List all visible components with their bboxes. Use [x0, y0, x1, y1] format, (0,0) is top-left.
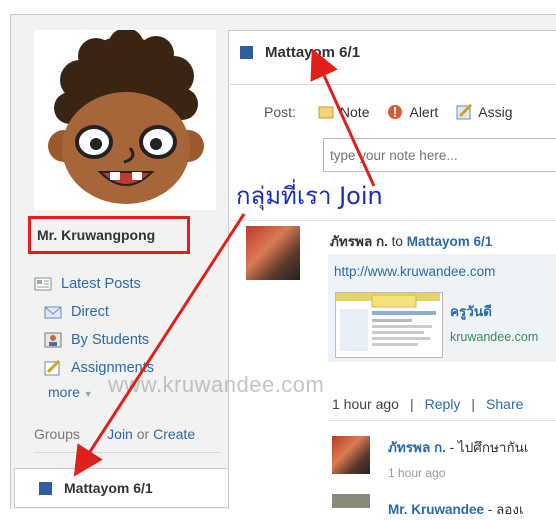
link-title[interactable]: ครูวันดี: [450, 300, 492, 322]
link-thumbnail[interactable]: [335, 292, 443, 358]
comment-author-avatar[interactable]: [332, 494, 370, 508]
create-link[interactable]: Create: [153, 426, 195, 442]
assignment-icon: [456, 103, 473, 120]
comment-text: - ลองเ: [484, 502, 524, 517]
sidebar-item-label: By Students: [71, 332, 150, 348]
or-text: or: [136, 426, 150, 442]
sidebar-item-latest-posts[interactable]: Latest Posts: [34, 270, 154, 298]
newspaper-icon: [34, 276, 52, 292]
divider: [228, 84, 556, 85]
caret-down-icon: ▼: [83, 389, 93, 399]
assignment-label: Assig: [478, 104, 513, 120]
groups-header: Groups Join or Create: [34, 426, 220, 442]
sidebar-item-label: Latest Posts: [61, 276, 141, 292]
group-name: Mattayom 6/1: [64, 480, 153, 496]
groups-divider: [34, 452, 220, 453]
watermark-text: www.kruwandee.com: [108, 372, 325, 397]
link-domain: kruwandee.com: [450, 330, 539, 344]
cartoon-boy-avatar: [48, 28, 204, 204]
group-square-icon: [39, 481, 52, 495]
groups-label: Groups: [34, 426, 80, 442]
annotation-text: กลุ่มที่เรา Join: [236, 182, 383, 210]
share-link[interactable]: Share: [486, 396, 523, 412]
reply-link[interactable]: Reply: [425, 396, 461, 412]
more-label: more: [48, 384, 80, 400]
avatar[interactable]: [34, 28, 216, 210]
assignment-button[interactable]: Assig: [456, 103, 513, 120]
divider: [228, 220, 556, 221]
website-thumbnail-image: [336, 293, 440, 351]
post-toolbar: Post: Note Alert Assig: [264, 103, 531, 120]
note-icon: [318, 104, 334, 120]
to-text: to: [391, 234, 403, 249]
post-label: Post:: [264, 104, 296, 120]
page-title: Mattayom 6/1: [240, 44, 360, 61]
note-input[interactable]: [323, 138, 556, 172]
note-button[interactable]: Note: [318, 104, 370, 120]
comment-author[interactable]: ภัทรพล ก.: [388, 440, 446, 455]
alert-button[interactable]: Alert: [387, 104, 438, 120]
post-author-avatar[interactable]: [246, 226, 300, 280]
post-meta: ภัทรพล ก. to Mattayom 6/1: [330, 230, 492, 252]
user-name[interactable]: Mr. Kruwangpong: [28, 216, 190, 254]
post-actions: 1 hour ago | Reply | Share: [332, 396, 523, 412]
group-item-mattayom[interactable]: Mattayom 6/1: [14, 468, 230, 508]
comment: ภัทรพล ก. - ไปศึกษากันเ: [388, 436, 529, 458]
alert-label: Alert: [409, 104, 439, 120]
separator: |: [409, 396, 414, 412]
student-icon: [44, 332, 62, 348]
sidebar-item-by-students[interactable]: By Students: [34, 326, 154, 354]
comment-text: - ไปศึกษากันเ: [445, 440, 529, 455]
link-url[interactable]: http://www.kruwandee.com: [334, 264, 495, 279]
sidebar-item-label: Direct: [71, 304, 109, 320]
post-time: 1 hour ago: [332, 396, 399, 412]
alert-icon: [387, 104, 403, 120]
group-square-icon: [240, 46, 253, 59]
separator: |: [471, 396, 476, 412]
sidebar-item-direct[interactable]: Direct: [34, 298, 154, 326]
page-title-text: Mattayom 6/1: [265, 44, 361, 61]
note-label: Note: [339, 104, 370, 120]
assignment-icon: [44, 359, 62, 376]
comment: Mr. Kruwandee - ลองเ: [388, 498, 524, 520]
join-link[interactable]: Join: [107, 426, 133, 442]
divider: [328, 420, 556, 421]
comment-author[interactable]: Mr. Kruwandee: [388, 502, 484, 517]
comment-author-avatar[interactable]: [332, 436, 370, 474]
comment-time: 1 hour ago: [388, 466, 446, 480]
envelope-icon: [44, 304, 62, 320]
post-author[interactable]: ภัทรพล ก.: [330, 234, 388, 249]
post-group-link[interactable]: Mattayom 6/1: [407, 234, 493, 249]
